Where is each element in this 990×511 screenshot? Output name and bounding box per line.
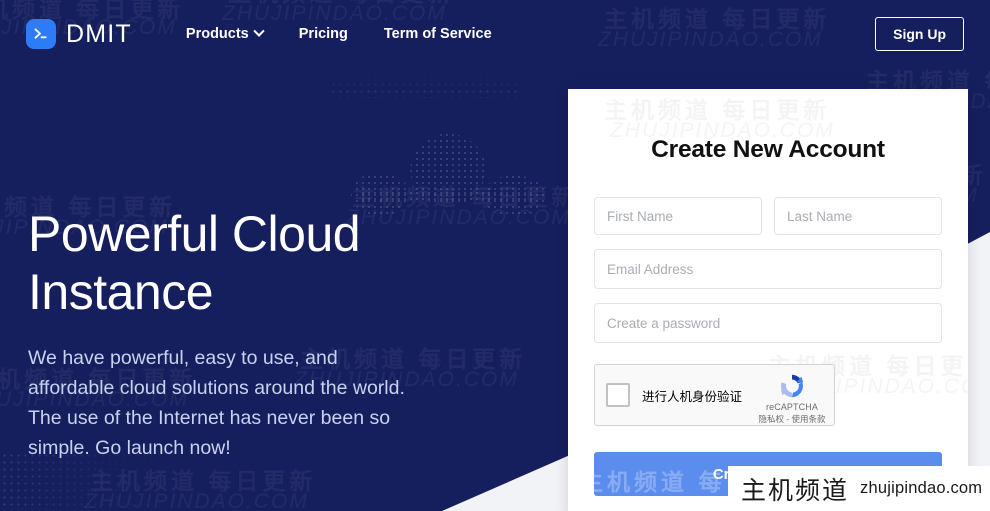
hero-copy: Powerful Cloud Instance We have powerful… [28,205,448,463]
nav-item-pricing[interactable]: Pricing [299,26,348,42]
recaptcha-brand: reCAPTCHA 隐私权 - 使用条款 [758,371,826,425]
chevron-down-icon [253,25,265,37]
brand-name: DMIT [66,19,132,48]
nav-item-products-label: Products [185,26,249,42]
watermark-badge: 主机频道 zhujipindao.com [728,466,990,511]
watermark-badge-en: zhujipindao.com [860,479,983,497]
hero-title-line-1: Powerful Cloud [28,206,361,262]
navbar-right: Sign Up [875,17,964,51]
terminal-prompt-icon [26,19,56,49]
email-input[interactable] [594,249,942,289]
recaptcha-brand-name: reCAPTCHA [766,402,818,412]
dot-grid-decoration-top [330,74,520,98]
card-watermark-cn: 主机频道 每日更新 [604,91,830,125]
nav-links: Products Pricing Term of Service [185,25,492,42]
watermark-badge-cn: 主机频道 [741,476,850,505]
signup-card: 主机频道 每日更新 ZHUJIPINDAO.COM 主机频道 每日更新 ZHUJ… [568,89,968,511]
nav-item-pricing-label: Pricing [298,26,348,42]
recaptcha-label: 进行人机身份验证 [642,389,743,404]
card-title: Create New Account [651,136,885,163]
recaptcha-terms[interactable]: 隐私权 - 使用条款 [758,413,826,425]
brand-logo[interactable]: DMIT [26,19,132,49]
recaptcha-widget[interactable]: 进行人机身份验证 reCAPTCHA 隐私权 - 使用条款 [594,364,835,426]
last-name-input[interactable] [774,197,942,235]
sign-up-button[interactable]: Sign Up [875,17,964,51]
nav-item-term-of-service[interactable]: Term of Service [384,26,492,42]
page-root: 主机频道 每日更新 ZHUJIPINDAO.COM 主机频道 每日更新 ZHUJ… [0,0,990,511]
recaptcha-checkbox[interactable] [606,383,630,407]
recaptcha-logo-icon [780,374,804,398]
nav-item-term-of-service-label: Term of Service [383,26,492,42]
page-title: Powerful Cloud Instance [28,205,448,321]
navbar: DMIT Products Pricing Term of Service Si… [0,0,990,68]
nav-item-products[interactable]: Products [185,25,265,42]
password-input[interactable] [594,303,942,343]
hero-subtitle: We have powerful, easy to use, and affor… [28,347,405,459]
first-name-input[interactable] [594,197,762,235]
hero-title-line-2: Instance [28,264,214,320]
name-field-row [594,197,942,235]
